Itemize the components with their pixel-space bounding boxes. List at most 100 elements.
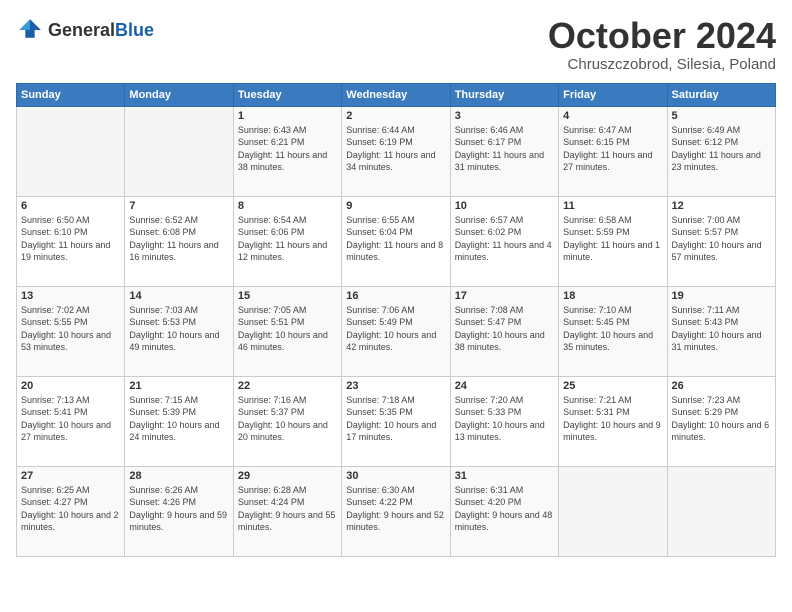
day-number: 2 bbox=[346, 110, 445, 122]
calendar-cell: 22Sunrise: 7:16 AMSunset: 5:37 PMDayligh… bbox=[233, 376, 341, 466]
calendar-cell: 20 Sunrise: 7:13 AMSunset: 5:41 PMDayligh… bbox=[17, 376, 125, 466]
calendar-cell: 3 Sunrise: 6:46 AMSunset: 6:17 PMDaylight… bbox=[450, 106, 558, 196]
day-number: 22 bbox=[238, 380, 337, 392]
day-number: 20 bbox=[21, 380, 120, 392]
calendar-cell: 31 Sunrise: 6:31 AMSunset: 4:20 PMDayligh… bbox=[450, 466, 558, 556]
day-info: Sunrise: 6:50 AMSunset: 6:10 PMDaylight:… bbox=[21, 214, 120, 264]
day-number: 16 bbox=[346, 290, 445, 302]
day-info: Sunrise: 7:10 AMSunset: 5:45 PMDaylight:… bbox=[563, 304, 662, 354]
day-info: Sunrise: 7:20 AMSunset: 5:33 PMDaylight:… bbox=[455, 394, 554, 444]
day-number: 4 bbox=[563, 110, 662, 122]
calendar-cell: 7 Sunrise: 6:52 AMSunset: 6:08 PMDaylight… bbox=[125, 196, 233, 286]
day-number: 11 bbox=[563, 200, 662, 212]
day-info: Sunrise: 6:46 AMSunset: 6:17 PMDaylight:… bbox=[455, 124, 554, 174]
day-info: Sunrise: 7:05 AMSunset: 5:51 PMDaylight:… bbox=[238, 304, 337, 354]
day-number: 30 bbox=[346, 470, 445, 482]
day-number: 18 bbox=[563, 290, 662, 302]
calendar-cell: 15 Sunrise: 7:05 AMSunset: 5:51 PMDayligh… bbox=[233, 286, 341, 376]
weekday-header: Monday bbox=[125, 83, 233, 106]
day-info: Sunrise: 7:13 AMSunset: 5:41 PMDaylight:… bbox=[21, 394, 120, 444]
calendar-cell: 25 Sunrise: 7:21 AMSunset: 5:31 PMDayligh… bbox=[559, 376, 667, 466]
day-info: Sunrise: 6:31 AMSunset: 4:20 PMDaylight:… bbox=[455, 484, 554, 534]
calendar-cell: 6 Sunrise: 6:50 AMSunset: 6:10 PMDaylight… bbox=[17, 196, 125, 286]
day-number: 13 bbox=[21, 290, 120, 302]
day-info: Sunrise: 6:58 AMSunset: 5:59 PMDaylight:… bbox=[563, 214, 662, 264]
title-block: October 2024 Chruszczobrod, Silesia, Pol… bbox=[548, 16, 776, 73]
day-info: Sunrise: 7:23 AMSunset: 5:29 PMDaylight:… bbox=[672, 394, 771, 444]
calendar-cell: 8Sunrise: 6:54 AMSunset: 6:06 PMDaylight… bbox=[233, 196, 341, 286]
day-number: 6 bbox=[21, 200, 120, 212]
day-number: 24 bbox=[455, 380, 554, 392]
calendar-table: SundayMondayTuesdayWednesdayThursdayFrid… bbox=[16, 83, 776, 557]
calendar-cell bbox=[17, 106, 125, 196]
calendar-cell bbox=[559, 466, 667, 556]
day-number: 9 bbox=[346, 200, 445, 212]
logo: GeneralBlue bbox=[16, 16, 154, 44]
day-info: Sunrise: 6:49 AMSunset: 6:12 PMDaylight:… bbox=[672, 124, 771, 174]
calendar-cell: 13 Sunrise: 7:02 AMSunset: 5:55 PMDayligh… bbox=[17, 286, 125, 376]
day-number: 28 bbox=[129, 470, 228, 482]
day-info: Sunrise: 6:47 AMSunset: 6:15 PMDaylight:… bbox=[563, 124, 662, 174]
calendar-cell: 11 Sunrise: 6:58 AMSunset: 5:59 PMDayligh… bbox=[559, 196, 667, 286]
calendar-cell: 5 Sunrise: 6:49 AMSunset: 6:12 PMDaylight… bbox=[667, 106, 775, 196]
day-number: 5 bbox=[672, 110, 771, 122]
day-number: 14 bbox=[129, 290, 228, 302]
calendar-cell: 17 Sunrise: 7:08 AMSunset: 5:47 PMDayligh… bbox=[450, 286, 558, 376]
day-number: 3 bbox=[455, 110, 554, 122]
calendar-cell: 14Sunrise: 7:03 AMSunset: 5:53 PMDayligh… bbox=[125, 286, 233, 376]
day-number: 27 bbox=[21, 470, 120, 482]
day-number: 25 bbox=[563, 380, 662, 392]
day-number: 1 bbox=[238, 110, 337, 122]
weekday-header: Friday bbox=[559, 83, 667, 106]
calendar-cell: 23Sunrise: 7:18 AMSunset: 5:35 PMDayligh… bbox=[342, 376, 450, 466]
calendar-cell: 30 Sunrise: 6:30 AMSunset: 4:22 PMDayligh… bbox=[342, 466, 450, 556]
day-number: 17 bbox=[455, 290, 554, 302]
day-info: Sunrise: 7:18 AMSunset: 5:35 PMDaylight:… bbox=[346, 394, 445, 444]
day-info: Sunrise: 7:06 AMSunset: 5:49 PMDaylight:… bbox=[346, 304, 445, 354]
weekday-header: Tuesday bbox=[233, 83, 341, 106]
weekday-header: Saturday bbox=[667, 83, 775, 106]
calendar-cell: 16 Sunrise: 7:06 AMSunset: 5:49 PMDayligh… bbox=[342, 286, 450, 376]
calendar-cell bbox=[125, 106, 233, 196]
day-info: Sunrise: 6:55 AMSunset: 6:04 PMDaylight:… bbox=[346, 214, 445, 264]
calendar-week-row: 1 Sunrise: 6:43 AMSunset: 6:21 PMDaylight… bbox=[17, 106, 776, 196]
day-info: Sunrise: 7:02 AMSunset: 5:55 PMDaylight:… bbox=[21, 304, 120, 354]
calendar-cell: 4 Sunrise: 6:47 AMSunset: 6:15 PMDaylight… bbox=[559, 106, 667, 196]
weekday-header: Thursday bbox=[450, 83, 558, 106]
day-number: 26 bbox=[672, 380, 771, 392]
calendar-week-row: 27 Sunrise: 6:25 AMSunset: 4:27 PMDayligh… bbox=[17, 466, 776, 556]
day-info: Sunrise: 7:21 AMSunset: 5:31 PMDaylight:… bbox=[563, 394, 662, 444]
calendar-week-row: 6 Sunrise: 6:50 AMSunset: 6:10 PMDaylight… bbox=[17, 196, 776, 286]
calendar-cell: 2 Sunrise: 6:44 AMSunset: 6:19 PMDaylight… bbox=[342, 106, 450, 196]
calendar-cell bbox=[667, 466, 775, 556]
day-info: Sunrise: 6:44 AMSunset: 6:19 PMDaylight:… bbox=[346, 124, 445, 174]
calendar-cell: 19 Sunrise: 7:11 AMSunset: 5:43 PMDayligh… bbox=[667, 286, 775, 376]
calendar-cell: 1 Sunrise: 6:43 AMSunset: 6:21 PMDaylight… bbox=[233, 106, 341, 196]
day-info: Sunrise: 7:08 AMSunset: 5:47 PMDaylight:… bbox=[455, 304, 554, 354]
day-info: Sunrise: 6:30 AMSunset: 4:22 PMDaylight:… bbox=[346, 484, 445, 534]
day-info: Sunrise: 6:26 AMSunset: 4:26 PMDaylight:… bbox=[129, 484, 228, 534]
calendar-cell: 28 Sunrise: 6:26 AMSunset: 4:26 PMDayligh… bbox=[125, 466, 233, 556]
day-info: Sunrise: 7:15 AMSunset: 5:39 PMDaylight:… bbox=[129, 394, 228, 444]
day-number: 12 bbox=[672, 200, 771, 212]
calendar-cell: 10Sunrise: 6:57 AMSunset: 6:02 PMDayligh… bbox=[450, 196, 558, 286]
day-number: 7 bbox=[129, 200, 228, 212]
calendar-cell: 26 Sunrise: 7:23 AMSunset: 5:29 PMDayligh… bbox=[667, 376, 775, 466]
day-info: Sunrise: 6:52 AMSunset: 6:08 PMDaylight:… bbox=[129, 214, 228, 264]
logo-blue: Blue bbox=[115, 20, 154, 40]
weekday-header: Sunday bbox=[17, 83, 125, 106]
calendar-cell: 27 Sunrise: 6:25 AMSunset: 4:27 PMDayligh… bbox=[17, 466, 125, 556]
calendar-cell: 12Sunrise: 7:00 AMSunset: 5:57 PMDayligh… bbox=[667, 196, 775, 286]
day-number: 29 bbox=[238, 470, 337, 482]
calendar-week-row: 20 Sunrise: 7:13 AMSunset: 5:41 PMDayligh… bbox=[17, 376, 776, 466]
day-number: 19 bbox=[672, 290, 771, 302]
day-info: Sunrise: 6:25 AMSunset: 4:27 PMDaylight:… bbox=[21, 484, 120, 534]
header-row: SundayMondayTuesdayWednesdayThursdayFrid… bbox=[17, 83, 776, 106]
day-info: Sunrise: 6:43 AMSunset: 6:21 PMDaylight:… bbox=[238, 124, 337, 174]
location: Chruszczobrod, Silesia, Poland bbox=[548, 56, 776, 73]
day-number: 15 bbox=[238, 290, 337, 302]
day-number: 31 bbox=[455, 470, 554, 482]
weekday-header: Wednesday bbox=[342, 83, 450, 106]
day-info: Sunrise: 7:11 AMSunset: 5:43 PMDaylight:… bbox=[672, 304, 771, 354]
calendar-cell: 29Sunrise: 6:28 AMSunset: 4:24 PMDayligh… bbox=[233, 466, 341, 556]
